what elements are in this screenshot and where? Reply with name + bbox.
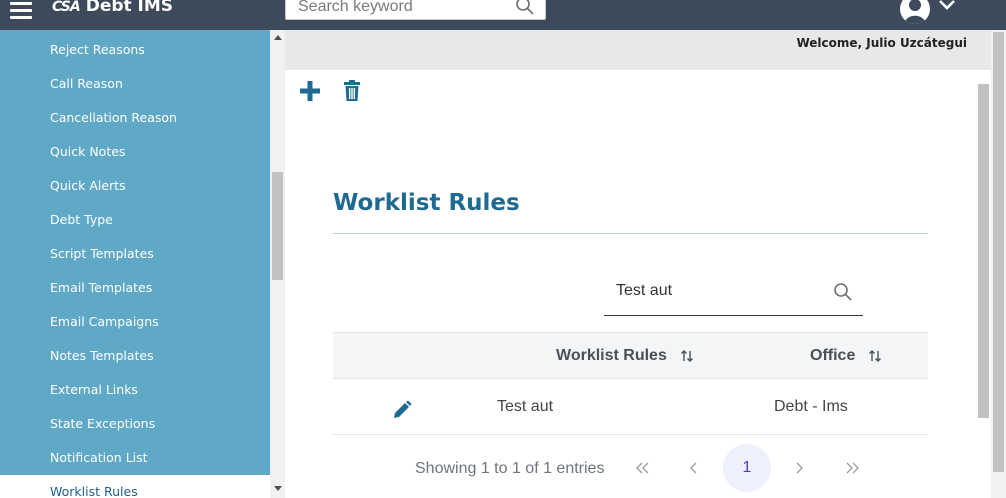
pencil-icon[interactable] xyxy=(392,400,412,425)
sidebar-item-cancellation-reason[interactable]: Cancellation Reason xyxy=(0,101,270,135)
welcome-bar: Welcome, Julio Uzcátegui xyxy=(285,30,991,70)
column-header-worklist-rules[interactable]: Worklist Rules xyxy=(556,347,667,365)
search-icon[interactable] xyxy=(833,282,853,307)
scroll-down-arrow-icon[interactable] xyxy=(274,486,282,491)
delete-button[interactable] xyxy=(343,80,361,107)
sidebar-item-quick-notes[interactable]: Quick Notes xyxy=(0,135,270,169)
title-divider xyxy=(333,233,928,234)
previous-page-icon[interactable] xyxy=(689,460,699,481)
chevron-down-icon[interactable] xyxy=(938,0,956,16)
hamburger-menu-icon[interactable] xyxy=(10,2,32,19)
sidebar-item-email-campaigns[interactable]: Email Campaigns xyxy=(0,305,270,339)
user-menu[interactable] xyxy=(898,0,962,24)
next-page-icon[interactable] xyxy=(794,460,804,481)
table-header: Worklist Rules Office xyxy=(333,332,928,378)
plus-icon xyxy=(300,81,320,101)
add-button[interactable] xyxy=(299,80,321,107)
page-title: Worklist Rules xyxy=(333,190,520,216)
worklist-rules-table: Worklist Rules Office Test aut Debt - Im… xyxy=(333,332,928,435)
scroll-up-arrow-icon[interactable] xyxy=(274,35,282,40)
sidebar-item-reject-reasons[interactable]: Reject Reasons xyxy=(0,33,270,67)
sidebar-item-notification-list[interactable]: Notification List xyxy=(0,441,270,475)
app-name: Debt IMS xyxy=(85,0,174,16)
trash-icon xyxy=(344,80,360,101)
user-avatar-icon[interactable] xyxy=(900,0,930,24)
sort-icon[interactable] xyxy=(680,349,694,368)
sidebar-item-worklist-rules[interactable]: Worklist Rules xyxy=(0,475,270,498)
sort-icon[interactable] xyxy=(868,349,882,368)
page-scrollbar[interactable] xyxy=(991,30,1006,498)
sidebar-item-debt-type[interactable]: Debt Type xyxy=(0,203,270,237)
cell-office: Debt - Ims xyxy=(774,398,848,415)
welcome-text: Welcome, Julio Uzcátegui xyxy=(796,36,967,50)
sidebar-item-state-exceptions[interactable]: State Exceptions xyxy=(0,407,270,441)
sidebar: Reject Reasons Call Reason Cancellation … xyxy=(0,30,270,498)
sidebar-item-email-templates[interactable]: Email Templates xyxy=(0,271,270,305)
sidebar-item-notes-templates[interactable]: Notes Templates xyxy=(0,339,270,373)
top-bar: CSA Debt IMS xyxy=(0,0,1006,30)
paginator: Showing 1 to 1 of 1 entries 1 xyxy=(333,444,928,492)
sidebar-item-quick-alerts[interactable]: Quick Alerts xyxy=(0,169,270,203)
global-search xyxy=(285,0,546,20)
logo-mark: CSA xyxy=(52,0,81,15)
page-scroll-thumb[interactable] xyxy=(993,32,1004,472)
cell-worklist-rule: Test aut xyxy=(497,398,554,415)
sidebar-item-call-reason[interactable]: Call Reason xyxy=(0,67,270,101)
table-filter xyxy=(604,275,863,316)
paginator-info: Showing 1 to 1 of 1 entries xyxy=(415,460,605,477)
sidebar-item-external-links[interactable]: External Links xyxy=(0,373,270,407)
table-row: Test aut Debt - Ims xyxy=(333,378,928,435)
content-scrollbar[interactable] xyxy=(976,70,991,498)
search-icon[interactable] xyxy=(515,0,535,21)
search-input[interactable] xyxy=(298,0,498,17)
last-page-icon[interactable] xyxy=(844,460,860,481)
app-logo[interactable]: CSA Debt IMS xyxy=(52,0,173,16)
sidebar-item-script-templates[interactable]: Script Templates xyxy=(0,237,270,271)
column-header-office[interactable]: Office xyxy=(810,347,855,365)
page-button[interactable]: 1 xyxy=(723,444,771,492)
filter-input[interactable] xyxy=(616,280,816,302)
content-scroll-thumb[interactable] xyxy=(978,84,989,418)
sidebar-scroll-thumb[interactable] xyxy=(272,172,283,280)
sidebar-scrollbar[interactable] xyxy=(270,30,285,498)
first-page-icon[interactable] xyxy=(635,460,651,481)
